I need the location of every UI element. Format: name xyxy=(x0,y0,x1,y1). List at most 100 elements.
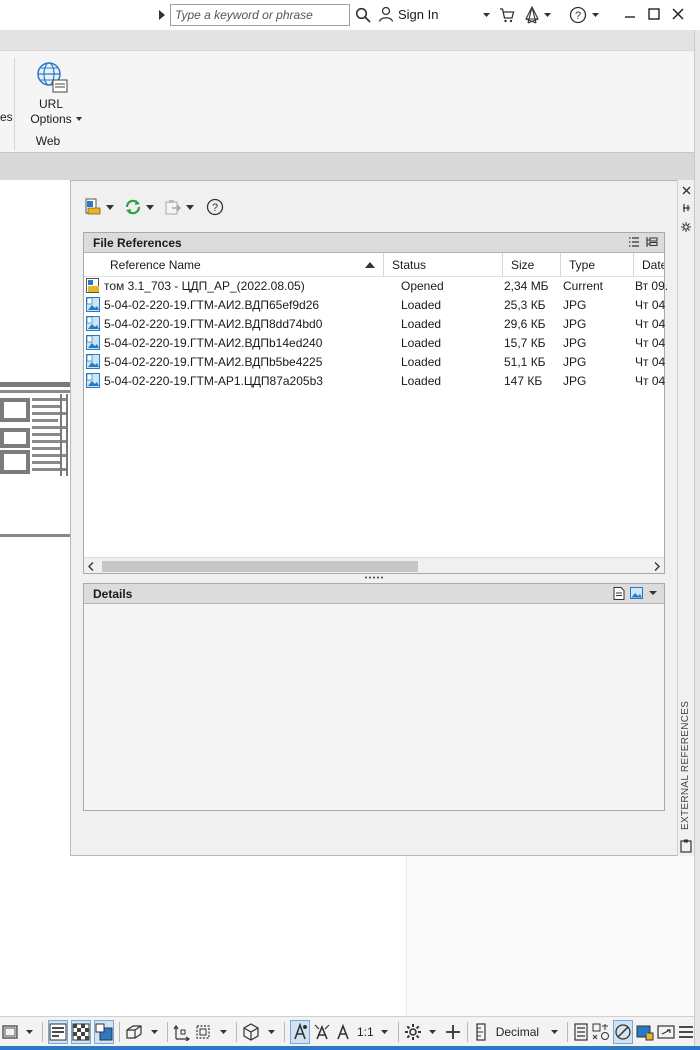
details-view-icon[interactable] xyxy=(613,587,625,600)
list-view-icon[interactable] xyxy=(628,236,640,248)
scrollbar-thumb[interactable] xyxy=(102,561,418,572)
user-icon xyxy=(378,6,394,22)
window-right-edge xyxy=(694,30,700,1050)
caret-right-icon[interactable] xyxy=(158,8,166,22)
attach-dwg-icon[interactable] xyxy=(84,197,102,217)
scroll-left-icon[interactable] xyxy=(88,562,94,571)
selection-cycling-icon[interactable] xyxy=(94,1019,114,1044)
palette-bottom-icon[interactable] xyxy=(679,838,693,854)
ribbon-tabs-strip xyxy=(0,30,694,50)
3d-osnap-dropdown-icon[interactable] xyxy=(146,1020,162,1044)
search-input[interactable]: Type a keyword or phrase xyxy=(170,4,350,26)
status-bar: 1:1 Decimal xyxy=(0,1016,694,1046)
app-dropdown-icon[interactable] xyxy=(543,10,551,20)
table-row[interactable]: том 3.1_703 - ЦДП_АР_(2022.08.05) Opened… xyxy=(84,277,668,296)
palette-properties-icon[interactable] xyxy=(680,221,692,233)
sign-in-button[interactable]: Sign In xyxy=(378,6,438,22)
model-layout-icon[interactable] xyxy=(2,1020,18,1044)
column-header-reference-name[interactable]: Reference Name xyxy=(84,253,384,277)
annotation-scale-icon[interactable] xyxy=(334,1020,352,1044)
hardware-acceleration-icon[interactable] xyxy=(636,1020,654,1044)
status-separator xyxy=(567,1021,569,1042)
object-snap-tracking-icon[interactable] xyxy=(173,1020,191,1044)
isolate-objects-icon[interactable] xyxy=(613,1019,634,1044)
help-icon[interactable]: ? xyxy=(568,5,588,25)
maximize-icon[interactable] xyxy=(646,6,662,22)
gizmo-dropdown-icon[interactable] xyxy=(263,1020,279,1044)
lock-ui-icon[interactable] xyxy=(592,1020,610,1044)
model-space-area[interactable] xyxy=(406,856,694,1016)
details-dropdown-icon[interactable] xyxy=(648,587,658,599)
file-references-columns: Reference Name Status Size Type Date xyxy=(84,253,664,277)
status-separator xyxy=(42,1021,43,1042)
sort-ascending-icon xyxy=(365,262,375,268)
annotation-scale-dropdown-icon[interactable] xyxy=(377,1020,393,1044)
dynamic-ucs-dropdown-icon[interactable] xyxy=(215,1020,231,1044)
annotation-visibility-icon[interactable] xyxy=(290,1019,310,1044)
url-options-button[interactable]: URL Options xyxy=(26,60,82,127)
file-references-section: File References Reference Name Status Si… xyxy=(83,232,668,574)
panel-splitter[interactable] xyxy=(83,572,665,582)
column-header-status[interactable]: Status xyxy=(384,253,503,277)
lineweight-icon[interactable] xyxy=(48,1019,68,1044)
annotation-monitor-icon[interactable] xyxy=(444,1020,462,1044)
table-row[interactable]: 5-04-02-220-19.ГТМ-АР1.ЦДП87a205b3 Loade… xyxy=(84,372,665,391)
table-row[interactable]: 5-04-02-220-19.ГТМ-АИ2.ВДПb5be4225 Loade… xyxy=(84,353,665,372)
svg-text:?: ? xyxy=(575,10,581,22)
customization-menu-icon[interactable] xyxy=(678,1020,694,1044)
preview-image-icon[interactable] xyxy=(630,587,643,599)
title-bar: Type a keyword or phrase Sign In ? xyxy=(0,0,700,30)
autodesk-app-icon[interactable] xyxy=(522,5,542,25)
palette-autohide-icon[interactable] xyxy=(680,202,692,214)
help-dropdown-icon[interactable] xyxy=(591,10,599,20)
ribbon xyxy=(0,50,694,152)
units-value[interactable]: Decimal xyxy=(492,1020,543,1044)
annotation-scale-value[interactable]: 1:1 xyxy=(357,1020,374,1044)
refresh-icon[interactable] xyxy=(124,197,142,217)
table-row[interactable]: 5-04-02-220-19.ГТМ-АИ2.ВДПb14ed240 Loade… xyxy=(84,334,665,353)
quick-properties-icon[interactable] xyxy=(573,1020,589,1044)
model-layout-dropdown-icon[interactable] xyxy=(21,1020,37,1044)
attach-dropdown-icon[interactable] xyxy=(106,197,114,217)
column-header-size[interactable]: Size xyxy=(503,253,561,277)
tree-view-icon[interactable] xyxy=(646,236,658,248)
units-icon[interactable] xyxy=(473,1020,489,1044)
refresh-dropdown-icon[interactable] xyxy=(146,197,154,217)
change-path-dropdown-icon[interactable] xyxy=(186,197,194,217)
auto-scale-icon[interactable] xyxy=(313,1020,331,1044)
units-dropdown-icon[interactable] xyxy=(546,1020,562,1044)
dynamic-ucs-icon[interactable] xyxy=(194,1020,212,1044)
clean-screen-icon[interactable] xyxy=(657,1020,675,1044)
table-row[interactable]: 5-04-02-220-19.ГТМ-АИ2.ВДП8dd74bd0 Loade… xyxy=(84,315,665,334)
palette-toolbar: ? xyxy=(84,196,224,218)
status-separator xyxy=(284,1021,285,1042)
column-header-type[interactable]: Type xyxy=(561,253,634,277)
drawing-line xyxy=(0,534,70,537)
minimize-icon[interactable] xyxy=(622,6,638,22)
palette-close-icon[interactable] xyxy=(680,184,692,196)
sign-in-dropdown-icon[interactable] xyxy=(481,10,491,20)
chevron-down-icon xyxy=(76,117,82,121)
close-icon[interactable] xyxy=(670,6,686,22)
gizmo-icon[interactable] xyxy=(242,1020,260,1044)
transparency-icon[interactable] xyxy=(71,1019,91,1044)
table-row[interactable]: 5-04-02-220-19.ГТМ-АИ2.ВДП65ef9d26 Loade… xyxy=(84,296,665,315)
3d-osnap-icon[interactable] xyxy=(125,1020,143,1044)
workspace-dropdown-icon[interactable] xyxy=(425,1020,441,1044)
image-file-icon xyxy=(86,335,100,350)
workspace-gear-icon[interactable] xyxy=(404,1020,422,1044)
drawing-canvas[interactable] xyxy=(0,180,70,1020)
scroll-right-icon[interactable] xyxy=(654,562,660,571)
file-references-header: File References xyxy=(84,233,664,253)
change-path-icon[interactable] xyxy=(164,197,182,217)
status-separator xyxy=(167,1021,168,1042)
horizontal-scrollbar[interactable] xyxy=(84,557,664,573)
details-section: Details xyxy=(83,583,665,811)
palette-help-icon[interactable]: ? xyxy=(206,197,224,217)
column-header-date[interactable]: Date xyxy=(634,253,664,277)
ribbon-bottom-bar xyxy=(0,152,694,180)
url-options-label-2: Options xyxy=(26,112,82,127)
url-options-label-1: URL xyxy=(38,97,63,111)
cart-icon[interactable] xyxy=(498,6,516,24)
search-icon[interactable] xyxy=(354,6,372,24)
